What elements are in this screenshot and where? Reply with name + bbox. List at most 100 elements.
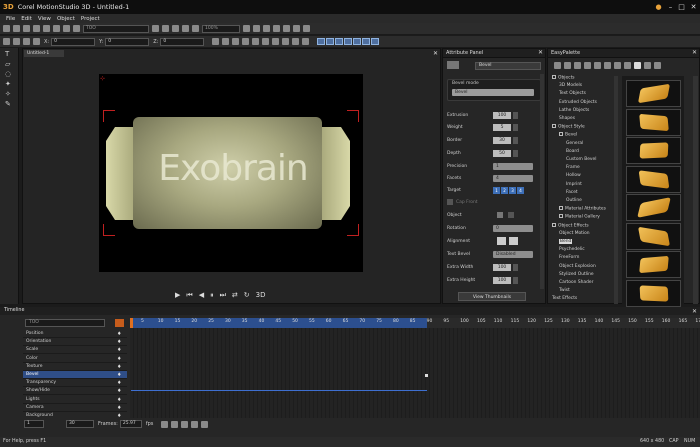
- tree-expander-icon[interactable]: [552, 75, 556, 79]
- keyframe-marker[interactable]: [425, 374, 428, 377]
- z-field[interactable]: 0: [160, 37, 205, 46]
- next-frame-icon[interactable]: ⏭: [220, 291, 226, 300]
- tl-prev-key-icon[interactable]: [171, 420, 179, 428]
- camera-icon[interactable]: [162, 25, 169, 32]
- timeline-track[interactable]: Transparency: [23, 379, 127, 388]
- extra-width-spinner[interactable]: [513, 264, 518, 271]
- distribute-v-icon[interactable]: [282, 38, 290, 45]
- tree-expander-icon[interactable]: [552, 124, 556, 129]
- layout-5-icon[interactable]: [353, 38, 362, 45]
- track-keyframe-icon[interactable]: ♦: [117, 364, 121, 370]
- light-icon[interactable]: [172, 25, 179, 32]
- save-icon[interactable]: [23, 25, 30, 32]
- tree-item[interactable]: Custom Bevel: [566, 157, 596, 162]
- cut-icon[interactable]: [33, 25, 40, 32]
- light-tool-icon[interactable]: ✧: [5, 91, 14, 98]
- text-tool-icon[interactable]: T: [5, 51, 14, 58]
- layout-1-icon[interactable]: [317, 38, 326, 45]
- view-top-icon[interactable]: [263, 25, 270, 32]
- attribute-close-icon[interactable]: ✕: [538, 49, 543, 56]
- tree-item[interactable]: Text Effects: [552, 296, 577, 301]
- play-icon[interactable]: ▶: [175, 291, 180, 299]
- timeline-track[interactable]: Lights: [23, 396, 127, 404]
- viewport-close-icon[interactable]: ✕: [433, 50, 438, 57]
- y-field[interactable]: 0: [105, 37, 150, 46]
- redo-icon[interactable]: [73, 25, 80, 32]
- tree-item[interactable]: Bend: [559, 239, 573, 244]
- easypalette-close-icon[interactable]: ✕: [692, 49, 697, 56]
- duration-field[interactable]: 25.97: [119, 420, 142, 428]
- layout-3-icon[interactable]: [335, 38, 344, 45]
- tree-item[interactable]: Hollow: [566, 173, 581, 178]
- move-tool-icon[interactable]: [23, 38, 30, 45]
- menu-project[interactable]: Project: [81, 16, 100, 22]
- pause-icon[interactable]: ⏸: [210, 291, 214, 300]
- object-alt-icon[interactable]: [508, 212, 514, 218]
- tree-item[interactable]: Outline: [566, 198, 582, 203]
- ep-tool-7-icon[interactable]: [614, 62, 621, 69]
- view-thumbnails-button[interactable]: View Thumbnails: [458, 292, 526, 301]
- bevel-mode-select[interactable]: Bevel: [452, 89, 534, 96]
- timeline-track[interactable]: Position: [23, 330, 127, 338]
- facets-select[interactable]: 4: [493, 175, 533, 182]
- timeline-filter-icon[interactable]: [115, 319, 124, 327]
- layout-6-icon[interactable]: [362, 38, 371, 45]
- distribute-h-icon[interactable]: [272, 38, 280, 45]
- tree-item[interactable]: Board: [566, 149, 579, 154]
- total-frames-field[interactable]: 30: [66, 420, 94, 428]
- depth-spinner[interactable]: [513, 150, 518, 157]
- tree-item[interactable]: Material Attributes: [559, 206, 606, 212]
- menu-edit[interactable]: Edit: [21, 16, 32, 22]
- align-right-icon[interactable]: [232, 38, 240, 45]
- tree-item[interactable]: General: [566, 141, 583, 146]
- tl-next-key-icon[interactable]: [181, 420, 189, 428]
- view-3d-label[interactable]: 3D: [256, 291, 266, 299]
- view-front-icon[interactable]: [243, 25, 250, 32]
- tree-item[interactable]: Shapes: [559, 116, 575, 121]
- ep-tool-6-icon[interactable]: [604, 62, 611, 69]
- ep-tool-8-icon[interactable]: [624, 62, 631, 69]
- extra-height-spinner[interactable]: [513, 277, 518, 284]
- extrusion-field[interactable]: 100: [493, 112, 511, 119]
- zoom-select[interactable]: 100%: [202, 24, 240, 33]
- track-keyframe-icon[interactable]: ♦: [117, 380, 121, 386]
- target-3-button[interactable]: 3: [509, 187, 516, 194]
- track-keyframe-icon[interactable]: ♦: [117, 356, 121, 362]
- attr-scrollbar[interactable]: [540, 74, 544, 289]
- rotation-select[interactable]: 0: [493, 225, 533, 232]
- timeline-track[interactable]: Show/Hide: [23, 387, 127, 396]
- alignment-1-icon[interactable]: [497, 237, 506, 245]
- bevel-thumbnail[interactable]: [626, 165, 681, 193]
- target-4-button[interactable]: 4: [517, 187, 524, 194]
- track-keyframe-icon[interactable]: ♦: [117, 405, 121, 411]
- timeline-preset-select[interactable]: TOO: [25, 319, 105, 327]
- tree-item[interactable]: Object Explosion: [559, 264, 596, 269]
- bevel-thumbnail[interactable]: [626, 108, 681, 136]
- tree-item[interactable]: Objects: [552, 75, 575, 81]
- menu-object[interactable]: Object: [57, 16, 75, 22]
- timeline-grid[interactable]: [130, 328, 700, 418]
- copy-icon[interactable]: [43, 25, 50, 32]
- track-keyframe-icon[interactable]: ♦: [117, 331, 121, 337]
- tree-item[interactable]: Object Effects: [552, 222, 589, 228]
- bevel-thumbnail[interactable]: [626, 222, 681, 250]
- align-middle-icon[interactable]: [252, 38, 260, 45]
- view-side-icon[interactable]: [253, 25, 260, 32]
- paste-icon[interactable]: [53, 25, 60, 32]
- weight-spinner[interactable]: [513, 124, 518, 131]
- tl-add-key-icon[interactable]: [161, 420, 169, 428]
- tree-item[interactable]: Psychedelic: [559, 247, 585, 252]
- document-tab[interactable]: Untitled-1: [24, 50, 64, 57]
- tree-item[interactable]: FreeForm: [559, 255, 579, 260]
- minimize-button[interactable]: –: [665, 2, 676, 12]
- layout-4-icon[interactable]: [344, 38, 353, 45]
- loop-icon[interactable]: ⇄: [232, 291, 238, 299]
- select-tool-icon[interactable]: [3, 38, 10, 45]
- bevel-thumbnail[interactable]: [626, 137, 681, 164]
- ep-tool-11-icon[interactable]: [654, 62, 661, 69]
- tree-item[interactable]: Cartoon Shader: [559, 280, 593, 285]
- tree-item[interactable]: Facet: [566, 190, 578, 195]
- extrusion-spinner[interactable]: [513, 112, 518, 119]
- attr-type-select[interactable]: Bevel: [475, 62, 541, 70]
- help-icon[interactable]: ●: [653, 2, 664, 12]
